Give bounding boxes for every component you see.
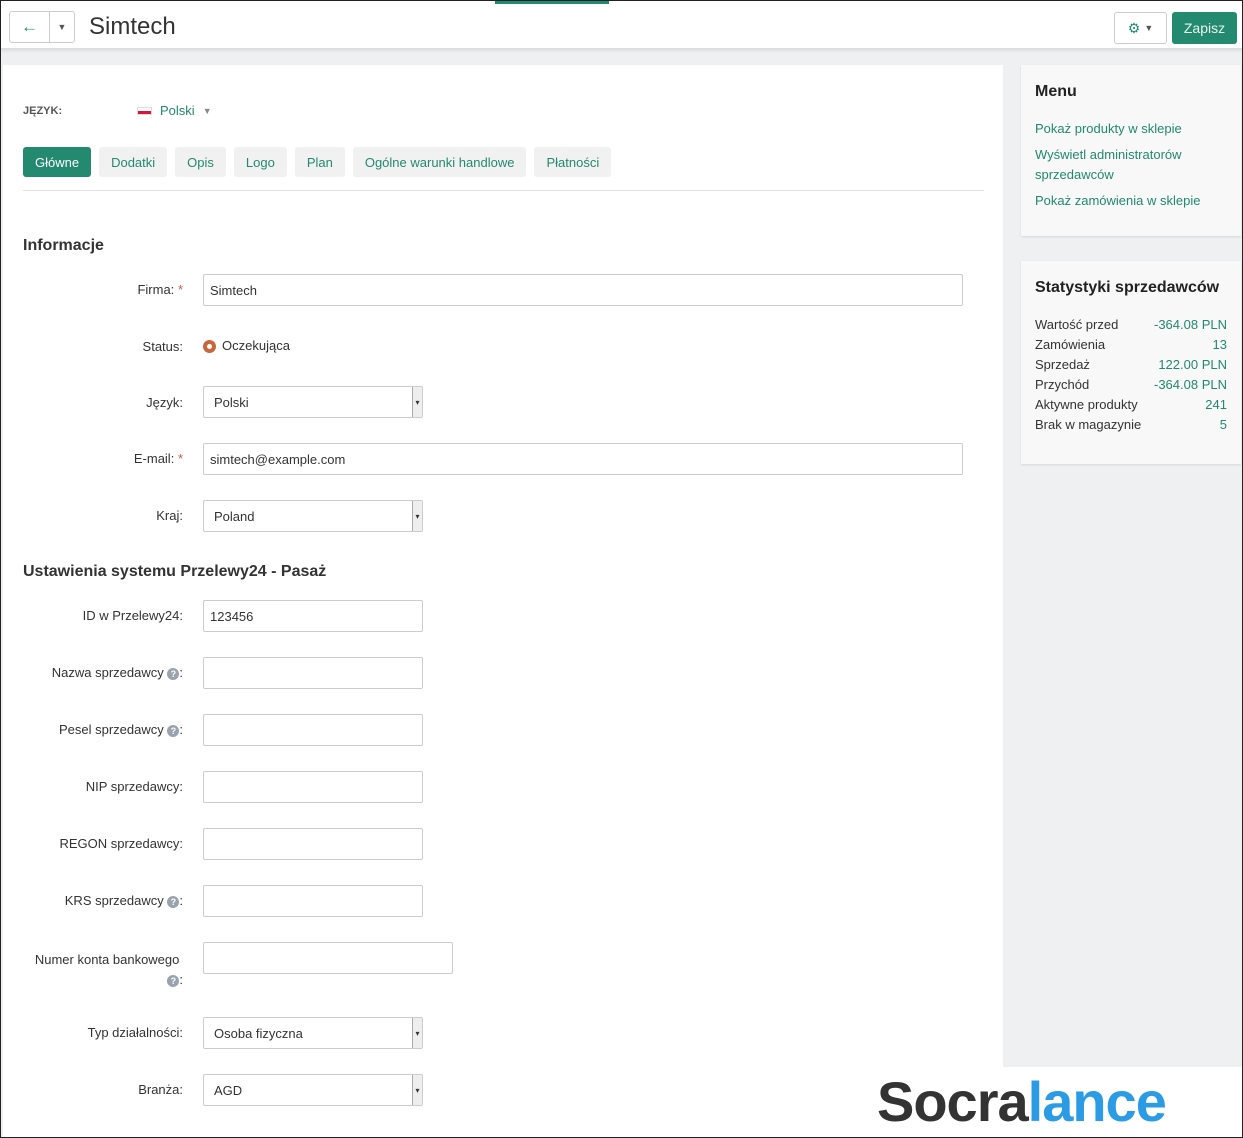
konto-label-text: Numer konta bankowego [34,952,180,967]
menu-link-orders[interactable]: Pokaż zamówienia w sklepie [1035,191,1227,211]
stat-label: Aktywne produkty [1035,397,1138,412]
chevron-down-icon: ▼ [1144,23,1154,33]
divider [23,190,984,191]
branza-select[interactable]: AGD [203,1074,423,1106]
stats-title: Statystyki sprzedawców [1035,279,1220,296]
page-title: Simtech [89,13,176,40]
main-panel: JĘZYK: Polski ▼ Główne Dodatki Opis Logo … [3,65,1003,1137]
stats-row: Zamówienia 13 [1035,335,1227,355]
id-label: ID w Przelewy24: [82,608,183,623]
firma-label: Firma: * [13,282,183,297]
krs-label-text: KRS sprzedawcy [64,893,164,908]
menu-title: Menu [1035,83,1077,100]
email-label: E-mail: * [13,451,183,466]
email-input[interactable]: simtech@example.com [203,443,963,475]
help-icon[interactable]: ? [167,975,180,987]
help-icon[interactable]: ? [167,725,180,737]
konto-input[interactable] [203,942,453,974]
status-radio[interactable]: Oczekująca [203,338,290,354]
stat-label: Brak w magazynie [1035,417,1142,432]
watermark-part2: lance [1027,1070,1167,1133]
tab-opis[interactable]: Opis [175,147,226,177]
stat-label: Sprzedaż [1035,357,1090,372]
required-marker: * [177,451,183,466]
top-bar: ← ▼ Simtech ⚙ ▼ Zapisz [1,1,1242,49]
back-button-group: ← ▼ [9,11,75,43]
stats-row: Sprzedaż 122.00 PLN [1035,355,1227,375]
watermark-part1: Socra [877,1070,1029,1133]
gear-icon: ⚙ [1127,19,1141,36]
status-label: Status: [142,339,183,354]
section-heading-info: Informacje [23,237,104,254]
required-marker: * [177,282,183,297]
kraj-label: Kraj: [156,508,183,523]
regon-input[interactable] [203,828,423,860]
active-indicator [495,1,609,4]
back-arrow-icon[interactable]: ← [10,12,50,42]
pesel-input[interactable] [203,714,423,746]
jezyk-label: Język: [146,395,183,410]
pesel-label: Pesel sprzedawcy ?: [58,722,183,737]
stat-value: 241 [1205,397,1227,412]
nip-label: NIP sprzedawcy: [85,779,183,794]
settings-dropdown-button[interactable]: ⚙ ▼ [1114,12,1167,44]
krs-label: KRS sprzedawcy ?: [64,893,183,908]
chevron-down-icon[interactable]: ▼ [50,12,74,42]
save-button[interactable]: Zapisz [1172,12,1237,44]
help-icon[interactable]: ? [167,668,180,680]
tab-terms[interactable]: Ogólne warunki handlowe [352,147,527,177]
stats-row: Przychód -364.08 PLN [1035,375,1227,395]
nazwa-input[interactable] [203,657,423,689]
jezyk-select[interactable]: Polski [203,386,423,418]
stats-row: Wartość przed -364.08 PLN [1035,315,1227,335]
language-selector[interactable]: Polski ▼ [137,103,212,118]
stat-value: -364.08 PLN [1154,377,1227,392]
pesel-label-text: Pesel sprzedawcy [58,722,164,737]
krs-input[interactable] [203,885,423,917]
stat-value: 122.00 PLN [1158,357,1227,372]
id-input[interactable]: 123456 [203,600,423,632]
stats-row: Aktywne produkty 241 [1035,395,1227,415]
tabs: Główne Dodatki Opis Logo Plan Ogólne war… [23,147,612,177]
menu-card: Menu Pokaż produkty w sklepie Wyświetl a… [1021,65,1241,236]
stat-label: Przychód [1035,377,1090,392]
stat-label: Zamówienia [1035,337,1106,352]
stat-value: -364.08 PLN [1154,317,1227,332]
poland-flag-icon [137,106,152,115]
stats-card: Statystyki sprzedawców Wartość przed -364… [1021,261,1241,464]
chevron-down-icon: ▼ [202,105,212,116]
konto-label: Numer konta bankowego ?: [34,952,183,987]
stat-value: 13 [1212,337,1227,352]
nazwa-label: Nazwa sprzedawcy ?: [51,665,183,680]
tab-dodatki[interactable]: Dodatki [99,147,168,177]
tab-logo[interactable]: Logo [233,147,287,177]
menu-link-admins[interactable]: Wyświetl administratorów sprzedawców [1035,145,1227,185]
stat-value: 5 [1219,417,1227,432]
help-icon[interactable]: ? [167,896,180,908]
email-label-text: E-mail: [133,451,175,466]
branza-label: Branża: [138,1082,183,1097]
nip-input[interactable] [203,771,423,803]
language-label: JĘZYK: [23,105,63,117]
regon-label: REGON sprzedawcy: [59,836,183,851]
menu-link-products[interactable]: Pokaż produkty w sklepie [1035,119,1227,139]
firma-input[interactable]: Simtech [203,274,963,306]
section-heading-p24: Ustawienia systemu Przelewy24 - Pasaż [23,563,327,580]
typ-label: Typ działalności: [87,1025,183,1040]
radio-selected-icon [203,340,216,354]
tab-plan[interactable]: Plan [294,147,345,177]
stats-row: Brak w magazynie 5 [1035,415,1227,435]
tab-glowne[interactable]: Główne [23,147,92,177]
kraj-select[interactable]: Poland [203,500,423,532]
watermark-logo: Socralance [871,1067,1242,1137]
stat-label: Wartość przed [1035,317,1119,332]
typ-select[interactable]: Osoba fizyczna [203,1017,423,1049]
status-value: Oczekująca [222,338,290,353]
tab-payments[interactable]: Płatności [534,147,612,177]
language-value: Polski [160,103,195,118]
firma-label-text: Firma: [137,282,175,297]
nazwa-label-text: Nazwa sprzedawcy [51,665,164,680]
